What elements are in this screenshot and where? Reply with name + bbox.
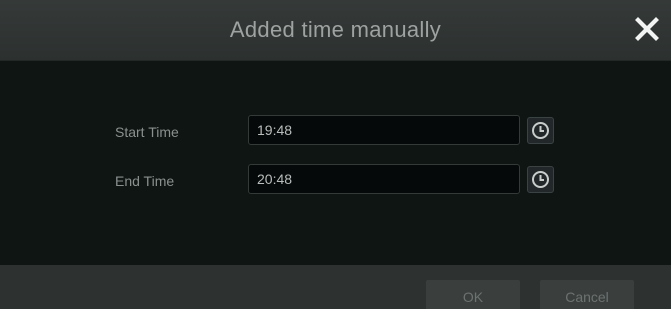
dialog-title-bar: Added time manually bbox=[0, 0, 671, 61]
dialog-footer: OK Cancel bbox=[0, 265, 671, 309]
dialog-title: Added time manually bbox=[229, 17, 442, 42]
start-time-clock-button[interactable] bbox=[527, 117, 554, 144]
close-button[interactable] bbox=[632, 14, 662, 44]
add-time-dialog: Added time manually Start Time 19:48 End… bbox=[0, 0, 671, 309]
close-icon bbox=[635, 17, 659, 41]
ok-button[interactable]: OK bbox=[426, 280, 520, 309]
dialog-body: Start Time 19:48 End Time 20:48 bbox=[0, 61, 671, 265]
cancel-button[interactable]: Cancel bbox=[540, 280, 634, 309]
start-time-label: Start Time bbox=[115, 124, 179, 140]
start-time-input[interactable]: 19:48 bbox=[248, 115, 520, 145]
end-time-clock-button[interactable] bbox=[527, 166, 554, 193]
clock-icon bbox=[532, 122, 549, 139]
end-time-label: End Time bbox=[115, 173, 175, 189]
end-time-input[interactable]: 20:48 bbox=[248, 164, 520, 194]
clock-icon bbox=[532, 171, 549, 188]
